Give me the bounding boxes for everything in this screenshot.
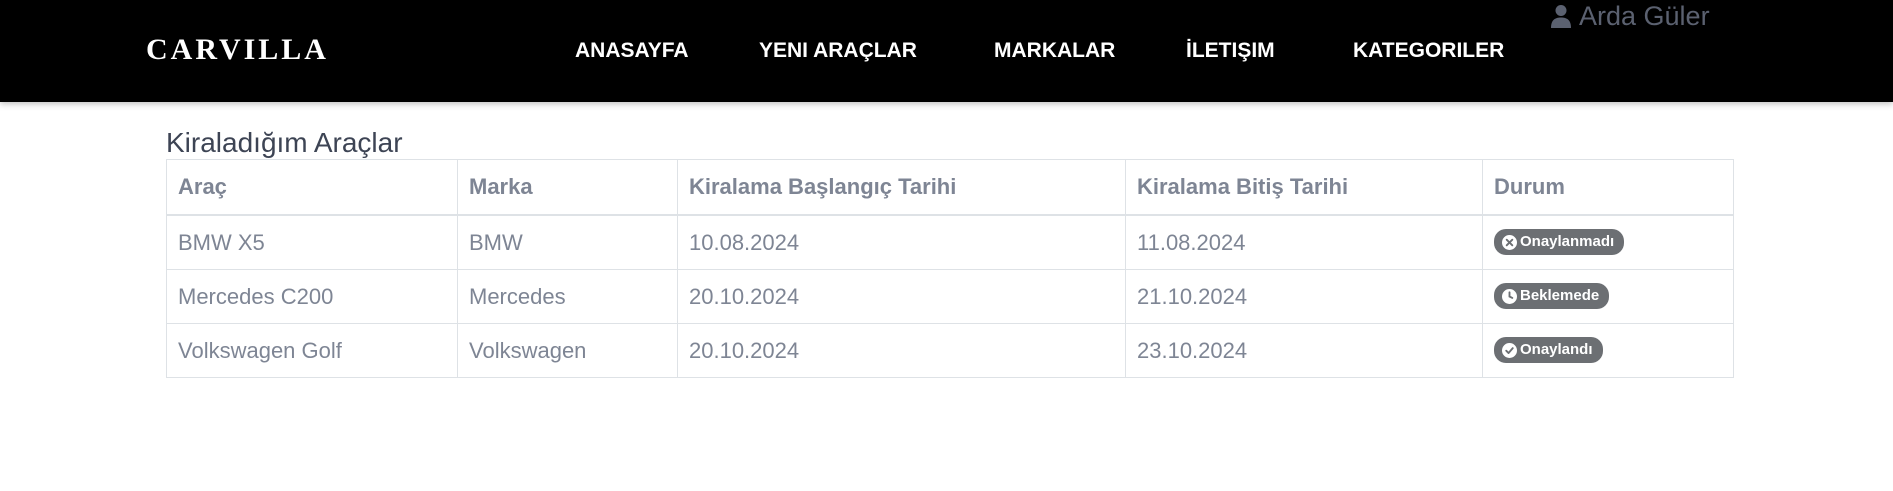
- table-header-row: Araç Marka Kiralama Başlangıç Tarihi Kir…: [166, 159, 1734, 216]
- cell-end-date: 21.10.2024: [1125, 269, 1483, 324]
- user-name: Arda Güler: [1579, 0, 1710, 31]
- nav-link-kategoriler[interactable]: KATEGORILER: [1353, 37, 1504, 65]
- column-header-car: Araç: [166, 159, 458, 216]
- table-row: BMW X5 BMW 10.08.2024 11.08.2024 Onaylan…: [166, 214, 1734, 270]
- cell-status: Onaylanmadı: [1482, 214, 1734, 270]
- column-header-end-date: Kiralama Bitiş Tarihi: [1125, 159, 1483, 216]
- status-badge-label: Onaylanmadı: [1520, 233, 1615, 251]
- check-circle-icon: [1502, 342, 1517, 358]
- column-header-brand: Marka: [457, 159, 678, 216]
- cell-car: Mercedes C200: [166, 269, 458, 324]
- status-badge: Onaylanmadı: [1494, 229, 1625, 256]
- nav-link-iletisim[interactable]: İLETIŞIM: [1186, 37, 1275, 65]
- user-icon: [1551, 4, 1571, 28]
- top-navbar: CARVILLA ANASAYFA YENI ARAÇLAR MARKALAR …: [0, 0, 1893, 102]
- status-badge: Beklemede: [1494, 283, 1610, 310]
- x-circle-icon: [1502, 234, 1517, 250]
- status-badge-label: Onaylandı: [1520, 341, 1593, 359]
- nav-link-yeni-araclar[interactable]: YENI ARAÇLAR: [759, 37, 917, 65]
- user-menu[interactable]: Arda Güler: [1551, 0, 1710, 32]
- cell-start-date: 10.08.2024: [677, 214, 1126, 270]
- cell-end-date: 23.10.2024: [1125, 323, 1483, 378]
- cell-start-date: 20.10.2024: [677, 269, 1126, 324]
- status-badge: Onaylandı: [1494, 337, 1603, 364]
- cell-car: BMW X5: [166, 214, 458, 270]
- cell-start-date: 20.10.2024: [677, 323, 1126, 378]
- cell-end-date: 11.08.2024: [1125, 214, 1483, 270]
- cell-status: Onaylandı: [1482, 323, 1734, 378]
- cell-car: Volkswagen Golf: [166, 323, 458, 378]
- cell-brand: BMW: [457, 214, 678, 270]
- cell-brand: Volkswagen: [457, 323, 678, 378]
- table-row: Volkswagen Golf Volkswagen 20.10.2024 23…: [166, 323, 1734, 378]
- table-row: Mercedes C200 Mercedes 20.10.2024 21.10.…: [166, 269, 1734, 324]
- clock-icon: [1502, 288, 1517, 304]
- page-title: Kiraladığım Araçlar: [166, 127, 403, 158]
- nav-link-markalar[interactable]: MARKALAR: [994, 37, 1115, 65]
- cell-status: Beklemede: [1482, 269, 1734, 324]
- brand-logo[interactable]: CARVILLA: [146, 30, 329, 70]
- column-header-status: Durum: [1482, 159, 1734, 216]
- column-header-start-date: Kiralama Başlangıç Tarihi: [677, 159, 1126, 216]
- status-badge-label: Beklemede: [1520, 287, 1600, 305]
- rentals-table: Araç Marka Kiralama Başlangıç Tarihi Kir…: [166, 159, 1734, 378]
- cell-brand: Mercedes: [457, 269, 678, 324]
- nav-link-anasayfa[interactable]: ANASAYFA: [575, 37, 689, 65]
